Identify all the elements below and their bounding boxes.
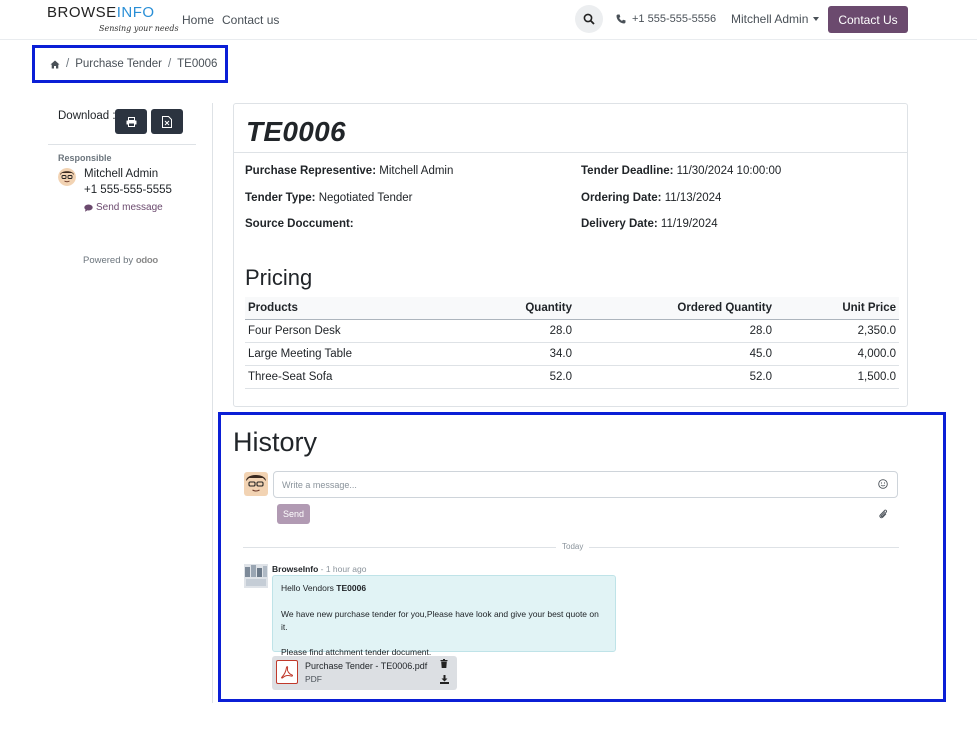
print-icon <box>126 116 136 127</box>
message-greeting: Hello Vendors TE0006 <box>281 583 367 593</box>
user-menu-dropdown[interactable]: Mitchell Admin <box>731 12 820 26</box>
table-row: Three-Seat Sofa 52.0 52.0 1,500.0 <box>245 365 899 389</box>
message-input[interactable]: Write a message... <box>273 471 898 498</box>
breadcrumb-current: TE0006 <box>177 58 218 70</box>
breadcrumb: / Purchase Tender / TE0006 <box>32 45 228 83</box>
column-unit-price: Unit Price <box>775 297 899 320</box>
contact-us-button[interactable]: Contact Us <box>828 6 908 33</box>
pdf-file-icon <box>276 660 298 684</box>
search-button[interactable] <box>575 5 603 33</box>
odoo-logo[interactable]: odoo <box>136 255 158 266</box>
browseinfo-logo[interactable]: BROWSEINFO Sensing your needs <box>47 4 179 34</box>
download-label: Download : <box>58 110 116 122</box>
trash-icon[interactable] <box>440 659 448 668</box>
ordering-date-field: Ordering Date: 11/13/2024 <box>581 192 722 204</box>
responsible-avatar <box>58 168 76 186</box>
breadcrumb-separator: / <box>66 58 70 70</box>
quantity: 52.0 <box>485 365 575 389</box>
powered-by: Powered by odoo <box>83 255 158 266</box>
send-message-link[interactable]: Send message <box>84 202 163 213</box>
quantity: 34.0 <box>485 342 575 366</box>
author-avatar <box>244 564 268 588</box>
message-input-placeholder: Write a message... <box>282 479 357 490</box>
responsible-name: Mitchell Admin <box>84 168 159 180</box>
quantity: 28.0 <box>485 319 575 343</box>
purchase-rep-field: Purchase Representive: Mitchell Admin <box>245 165 454 177</box>
table-header-row: Products Quantity Ordered Quantity Unit … <box>245 297 899 320</box>
history-section: History Write a message... Send Today Br… <box>218 412 946 702</box>
attachment-name[interactable]: Purchase Tender - TE0006.pdf <box>305 661 427 671</box>
sidebar-divider <box>48 144 196 145</box>
ordered-quantity: 52.0 <box>575 365 775 389</box>
sidebar: Download : Responsible Mitchell Admin +1… <box>48 103 213 703</box>
header-phone-number: +1 555-555-5556 <box>632 13 717 25</box>
message-bubble: Hello Vendors TE0006 We have new purchas… <box>272 575 616 657</box>
source-document-field: Source Doccument: <box>245 218 354 230</box>
comment-icon <box>84 204 93 212</box>
excel-file-icon <box>162 115 172 128</box>
search-icon <box>583 13 595 25</box>
ordered-quantity: 28.0 <box>575 319 775 343</box>
product-name: Three-Seat Sofa <box>245 365 485 389</box>
responsible-phone: +1 555-555-5555 <box>84 184 172 196</box>
today-label: Today <box>556 542 590 551</box>
product-name: Four Person Desk <box>245 319 485 343</box>
column-quantity: Quantity <box>485 297 575 320</box>
paperclip-icon[interactable] <box>878 508 888 520</box>
message-author: BrowseInfo - 1 hour ago <box>272 564 367 574</box>
pricing-table: Products Quantity Ordered Quantity Unit … <box>245 297 899 389</box>
unit-price: 1,500.0 <box>775 365 899 389</box>
logo-text: BROWSEINFO <box>47 4 155 21</box>
ordered-quantity: 45.0 <box>575 342 775 366</box>
pricing-heading: Pricing <box>245 265 313 290</box>
product-name: Large Meeting Table <box>245 342 485 366</box>
send-button[interactable]: Send <box>277 504 310 524</box>
tender-type-field: Tender Type: Negotiated Tender <box>245 192 413 204</box>
tender-card: TE0006 Purchase Representive: Mitchell A… <box>233 103 908 407</box>
unit-price: 2,350.0 <box>775 319 899 343</box>
send-message-label: Send message <box>96 202 163 213</box>
download-icon[interactable] <box>440 675 449 684</box>
table-row: Four Person Desk 28.0 28.0 2,350.0 <box>245 319 899 343</box>
message-time: - 1 hour ago <box>320 564 367 574</box>
home-icon[interactable] <box>50 60 60 69</box>
delivery-date-field: Delivery Date: 11/19/2024 <box>581 218 718 230</box>
responsible-label: Responsible <box>58 153 112 163</box>
column-ordered-quantity: Ordered Quantity <box>575 297 775 320</box>
breadcrumb-purchase-tender[interactable]: Purchase Tender <box>75 58 162 70</box>
breadcrumb-separator: / <box>167 58 172 70</box>
print-button[interactable] <box>115 109 147 134</box>
user-menu-name: Mitchell Admin <box>731 12 809 26</box>
column-products: Products <box>245 297 485 320</box>
nav-contact-link[interactable]: Contact us <box>222 13 279 27</box>
attachment-type: PDF <box>305 674 322 684</box>
composer-avatar <box>244 472 268 496</box>
history-heading: History <box>233 427 318 457</box>
top-navbar: BROWSEINFO Sensing your needs Home Conta… <box>0 0 977 40</box>
unit-price: 4,000.0 <box>775 342 899 366</box>
emoji-icon[interactable] <box>878 479 888 489</box>
table-row: Large Meeting Table 34.0 45.0 4,000.0 <box>245 342 899 366</box>
nav-home-link[interactable]: Home <box>182 13 214 27</box>
tender-title: TE0006 <box>246 116 346 147</box>
author-name: BrowseInfo <box>272 564 319 574</box>
chevron-down-icon <box>813 17 820 21</box>
tender-deadline-field: Tender Deadline: 11/30/2024 10:00:00 <box>581 165 782 177</box>
phone-icon <box>616 14 626 24</box>
attachment-card[interactable]: Purchase Tender - TE0006.pdf PDF <box>272 656 457 690</box>
title-divider <box>234 152 907 153</box>
excel-download-button[interactable] <box>151 109 183 134</box>
message-line: We have new purchase tender for you,Plea… <box>281 608 599 632</box>
header-phone[interactable]: +1 555-555-5556 <box>616 13 716 25</box>
logo-tagline: Sensing your needs <box>99 24 179 33</box>
